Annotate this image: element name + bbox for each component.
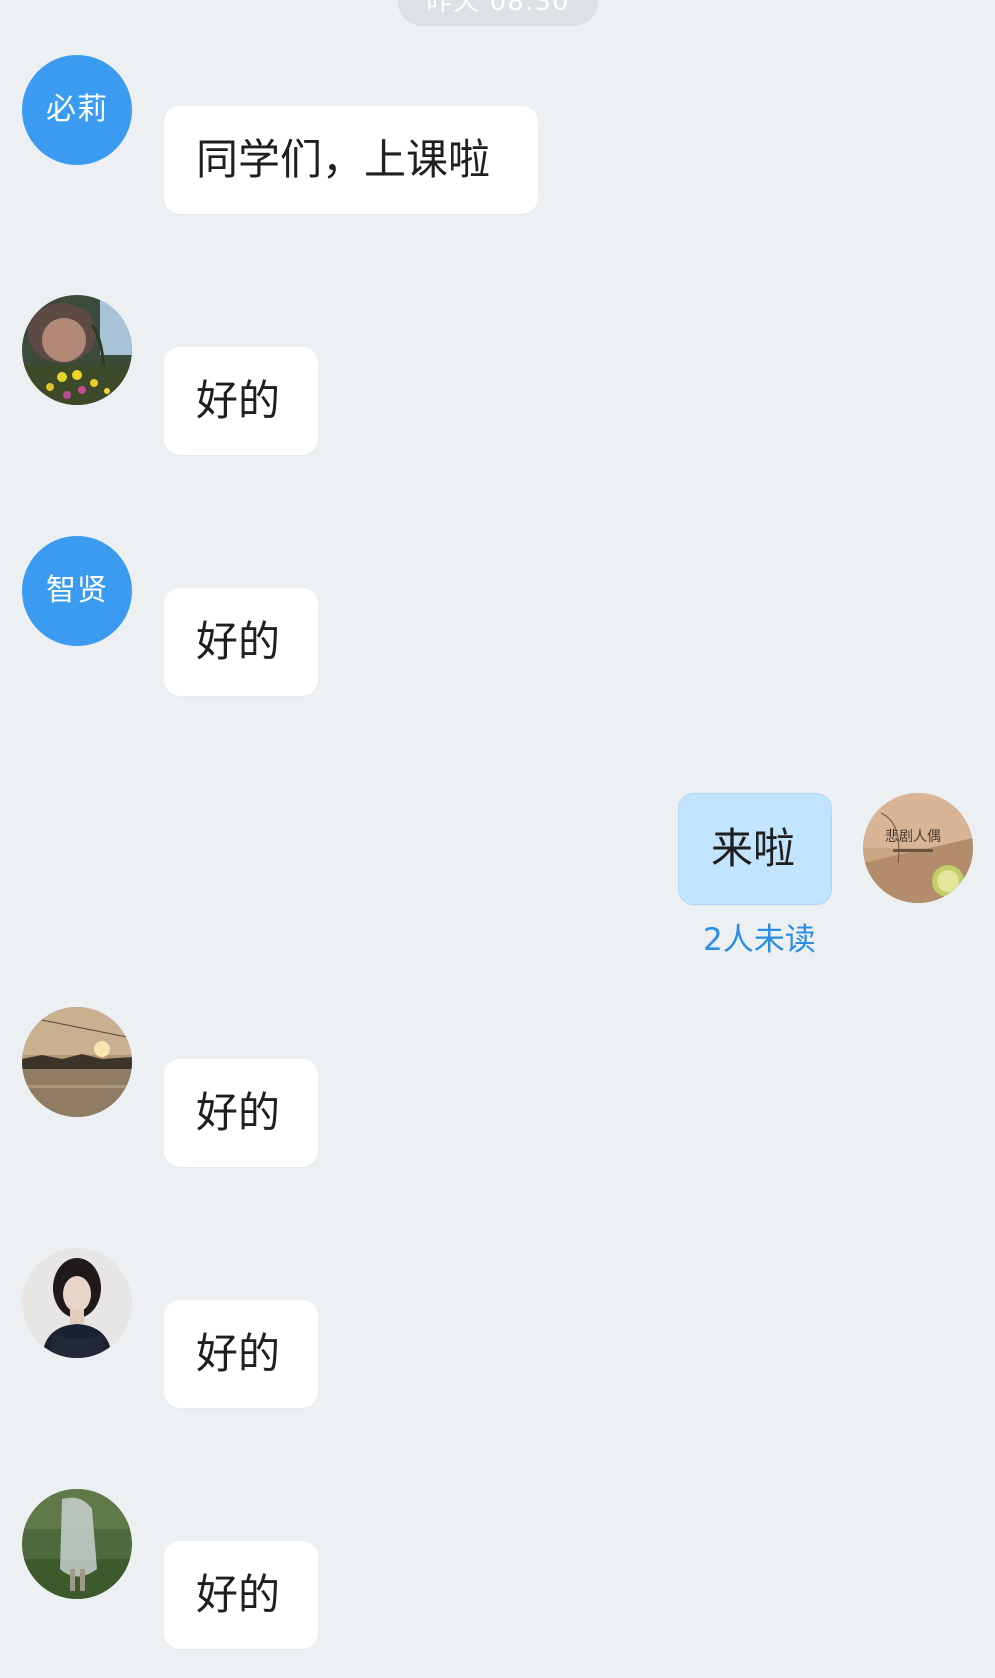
book-photo-avatar[interactable]: 悲剧人偶 bbox=[863, 793, 973, 903]
message-bubble[interactable]: 好的 bbox=[164, 347, 318, 455]
svg-text:悲剧人偶: 悲剧人偶 bbox=[885, 828, 941, 845]
timestamp-divider: 昨天 08:30 bbox=[398, 0, 598, 26]
sender-avatar[interactable]: 智贤 bbox=[22, 536, 132, 646]
message-bubble[interactable]: 好的 bbox=[164, 1059, 318, 1167]
field-photo-avatar[interactable] bbox=[22, 1489, 132, 1599]
sunset-photo-avatar[interactable] bbox=[22, 1007, 132, 1117]
message-bubble[interactable]: 好的 bbox=[164, 1300, 318, 1408]
sender-avatar[interactable]: 必莉 bbox=[22, 55, 132, 165]
portrait-photo-avatar[interactable] bbox=[22, 1248, 132, 1358]
outgoing-message-bubble[interactable]: 来啦 bbox=[678, 793, 832, 905]
chat-message-list[interactable]: 昨天 08:30 必莉 同学们，上课啦 好的 智贤 好的 来啦 悲剧人偶 2人未… bbox=[0, 0, 995, 1678]
unread-count-status[interactable]: 2人未读 bbox=[703, 920, 816, 960]
message-bubble[interactable]: 好的 bbox=[164, 1541, 318, 1649]
message-bubble[interactable]: 好的 bbox=[164, 588, 318, 696]
flowers-photo-avatar[interactable] bbox=[22, 295, 132, 405]
message-bubble[interactable]: 同学们，上课啦 bbox=[164, 106, 538, 214]
